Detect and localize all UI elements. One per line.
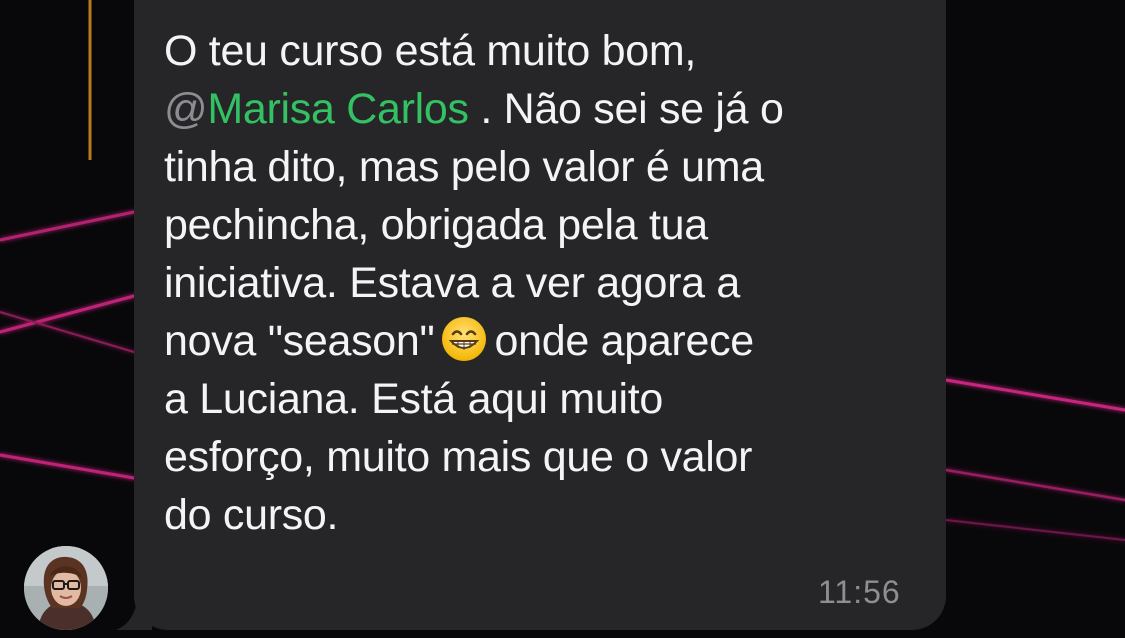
message-line: O teu curso está muito bom, [164,27,697,75]
avatar-photo [24,546,108,630]
mention-at-sign: @ [164,85,208,133]
message-line: tinha dito, mas pelo valor é uma [164,143,764,191]
message-timestamp: 11:56 [818,574,901,610]
message-line-text: . Não sei se já o [468,85,784,133]
mention-link[interactable]: Marisa Carlos [207,85,469,133]
message-line: nova "season" onde aparece [164,312,924,370]
message-text: O teu curso está muito bom, @Marisa Carl… [164,22,924,544]
message-line-text: onde aparece [494,317,754,365]
message-line: iniciativa. Estava a ver agora a [164,259,740,307]
message-line: pechincha, obrigada pela tua [164,201,708,249]
message-line-text: nova "season" [164,317,435,365]
message-line: @Marisa Carlos . Não sei se já o [164,80,924,138]
sender-avatar[interactable] [24,546,108,630]
message-line: do curso. [164,491,339,539]
message-line: esforço, muito mais que o valor [164,433,753,481]
message-line: a Luciana. Está aqui muito [164,375,663,423]
grinning-face-emoji-icon [442,317,487,361]
